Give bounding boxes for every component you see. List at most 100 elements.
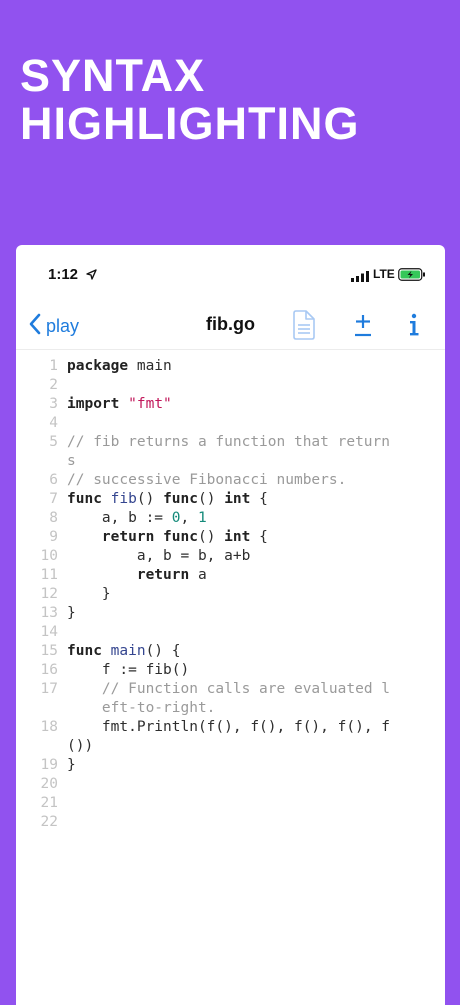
location-arrow-icon xyxy=(86,267,97,285)
code-line: 9 return func() int { xyxy=(16,528,445,547)
line-number: 6 xyxy=(49,472,58,488)
code-token: 1 xyxy=(197,510,207,526)
code-editor[interactable]: 1 package main 2 3 import "fmt" 4 5 // fib retu… xyxy=(16,357,445,832)
code-line: s xyxy=(16,452,445,471)
promo-title-line1: SYNTAX xyxy=(20,50,206,101)
code-token: { xyxy=(250,491,268,507)
phone-screen: 1:12 LTE play fib.go 1 package main 2 3 … xyxy=(16,245,445,1005)
code-token: } xyxy=(67,605,76,621)
promo-title: SYNTAX HIGHLIGHTING xyxy=(20,52,359,148)
line-number: 11 xyxy=(40,567,58,583)
code-token: int xyxy=(224,529,251,545)
code-token: } xyxy=(67,757,76,773)
code-token: main xyxy=(128,358,172,374)
code-token: f := fib() xyxy=(67,662,190,678)
code-line: 1 package main xyxy=(16,357,445,376)
promo-title-line2: HIGHLIGHTING xyxy=(20,98,360,149)
code-token: fib xyxy=(110,491,137,507)
line-number: 18 xyxy=(40,719,58,735)
code-token: { xyxy=(250,529,268,545)
code-line: 5 // fib returns a function that return xyxy=(16,433,445,452)
line-code: } xyxy=(67,585,445,604)
code-token: fmt.Println(f(), f(), f(), f(), f xyxy=(67,719,391,735)
code-token: func xyxy=(163,529,198,545)
code-token: func xyxy=(163,491,198,507)
code-line: 11 return a xyxy=(16,566,445,585)
code-token: // fib returns a function that return xyxy=(67,434,391,450)
code-line: 3 import "fmt" xyxy=(16,395,445,414)
code-token: 0 xyxy=(171,510,181,526)
code-token: , xyxy=(180,510,198,526)
line-code: func fib() func() int { xyxy=(67,490,445,509)
line-number: 14 xyxy=(40,624,58,640)
code-token: return xyxy=(101,529,155,545)
code-line: eft-to-right. xyxy=(16,699,445,718)
line-code: s xyxy=(67,452,445,471)
battery-charging-icon xyxy=(398,268,426,286)
line-code: func main() { xyxy=(67,642,445,661)
line-code: // fib returns a function that return xyxy=(67,433,445,452)
code-token: package xyxy=(67,358,129,374)
code-token: () xyxy=(136,491,164,507)
line-number: 4 xyxy=(49,415,58,431)
code-token: } xyxy=(67,586,111,602)
code-token: func xyxy=(67,643,102,659)
line-number: 13 xyxy=(40,605,58,621)
document-icon[interactable] xyxy=(292,310,316,345)
line-code: f := fib() xyxy=(67,661,445,680)
line-number: 3 xyxy=(49,396,58,412)
line-code: return a xyxy=(67,566,445,585)
line-number: 20 xyxy=(40,776,58,792)
code-line: 17 // Function calls are evaluated l xyxy=(16,680,445,699)
line-code: return func() int { xyxy=(67,528,445,547)
code-token: a xyxy=(189,567,207,583)
info-icon[interactable] xyxy=(406,310,422,345)
line-number: 5 xyxy=(49,434,58,450)
code-line: 12 } xyxy=(16,585,445,604)
line-number: 10 xyxy=(40,548,58,564)
code-line: 20 xyxy=(16,775,445,794)
line-code: package main xyxy=(67,357,445,376)
code-line: 4 xyxy=(16,414,445,433)
line-number: 22 xyxy=(40,814,58,830)
code-line: 19} xyxy=(16,756,445,775)
code-token: // Function calls are evaluated l xyxy=(101,681,391,697)
plus-minus-icon[interactable] xyxy=(351,310,375,345)
code-token: main xyxy=(110,643,146,659)
line-code: ()) xyxy=(67,737,445,756)
line-number xyxy=(16,737,67,756)
line-code: eft-to-right. xyxy=(67,699,445,718)
line-number: 19 xyxy=(40,757,58,773)
line-number: 16 xyxy=(40,662,58,678)
code-line: 22 xyxy=(16,813,445,832)
code-line: 21 xyxy=(16,794,445,813)
line-code: import "fmt" xyxy=(67,395,445,414)
code-token: import xyxy=(67,396,120,412)
code-token: () xyxy=(197,491,225,507)
code-line: 15 func main() { xyxy=(16,642,445,661)
nav-title: fib.go xyxy=(206,314,255,334)
code-token: () { xyxy=(145,643,181,659)
code-token: return xyxy=(136,567,190,583)
code-line: 16 f := fib() xyxy=(16,661,445,680)
line-number: 21 xyxy=(40,795,58,811)
line-number: 9 xyxy=(49,529,58,545)
line-code: } xyxy=(67,756,445,775)
line-number xyxy=(16,452,67,471)
code-line: 6 // successive Fibonacci numbers. xyxy=(16,471,445,490)
nav-bar: play fib.go xyxy=(16,303,445,350)
code-token: a, b := xyxy=(67,510,172,526)
code-line: 13} xyxy=(16,604,445,623)
code-line: 8 a, b := 0, 1 xyxy=(16,509,445,528)
